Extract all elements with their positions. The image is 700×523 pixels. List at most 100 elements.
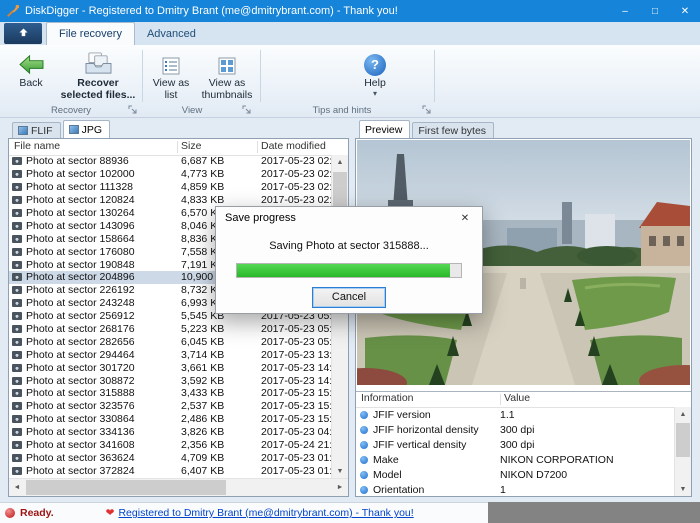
tab-advanced[interactable]: Advanced	[135, 23, 208, 45]
group-label-recovery: Recovery	[8, 105, 134, 116]
recovery-dialog-launcher-icon[interactable]	[128, 105, 138, 115]
file-list-vertical-scrollbar[interactable]: ▲ ▼	[331, 155, 348, 479]
file-name-cell: Photo at sector 130264	[26, 207, 181, 219]
file-row[interactable]: Photo at sector 1208244,833 KB2017-05-23…	[9, 194, 332, 207]
file-size-cell: 3,661 KB	[181, 362, 261, 374]
scroll-right-arrow[interactable]: ►	[332, 479, 348, 496]
info-value-cell: NIKON D7200	[500, 469, 675, 481]
tab-first-few-bytes[interactable]: First few bytes	[412, 122, 494, 138]
scroll-down-arrow[interactable]: ▼	[332, 464, 348, 479]
help-button[interactable]: ? Help ▾	[352, 48, 398, 106]
view-as-list-button[interactable]: View as list	[148, 48, 194, 106]
tab-file-recovery[interactable]: File recovery	[46, 22, 135, 45]
info-row[interactable]: Orientation1	[356, 482, 675, 496]
tab-jpg[interactable]: JPG	[63, 120, 110, 138]
column-separator[interactable]	[500, 394, 501, 405]
file-size-cell: 5,223 KB	[181, 323, 261, 335]
info-row[interactable]: ModelNIKON D7200	[356, 467, 675, 482]
tab-flif[interactable]: FLIF	[12, 122, 61, 138]
scroll-down-arrow[interactable]: ▼	[675, 482, 691, 496]
app-menu-button[interactable]	[4, 23, 42, 44]
maximize-button[interactable]: □	[640, 0, 670, 22]
file-size-cell: 6,045 KB	[181, 336, 261, 348]
view-as-thumbnails-button[interactable]: View as thumbnails	[198, 48, 256, 106]
file-name-cell: Photo at sector 334136	[26, 426, 181, 438]
thumbnails-view-icon	[198, 48, 256, 76]
file-name-cell: Photo at sector 143096	[26, 220, 181, 232]
file-name-cell: Photo at sector 243248	[26, 297, 181, 309]
info-vertical-scrollbar[interactable]: ▲ ▼	[674, 407, 691, 496]
info-row[interactable]: JFIF horizontal density300 dpi	[356, 422, 675, 437]
dialog-close-icon[interactable]: ✕	[448, 207, 482, 230]
file-name-cell: Photo at sector 88936	[26, 155, 181, 167]
photo-file-icon	[12, 286, 22, 294]
column-header-date-modified[interactable]: Date modified	[261, 140, 326, 152]
file-row[interactable]: Photo at sector 2681765,223 KB2017-05-23…	[9, 323, 332, 336]
info-name-cell: JFIF vertical density	[373, 439, 500, 451]
column-separator[interactable]	[257, 141, 258, 153]
file-row[interactable]: Photo at sector 3416082,356 KB2017-05-24…	[9, 439, 332, 452]
file-row[interactable]: Photo at sector 3308642,486 KB2017-05-23…	[9, 413, 332, 426]
file-row[interactable]: Photo at sector 3088723,592 KB2017-05-23…	[9, 374, 332, 387]
file-info-table: Information Value JFIF version1.1JFIF ho…	[356, 391, 691, 496]
flif-file-icon	[18, 126, 28, 135]
file-row[interactable]: Photo at sector 3235762,537 KB2017-05-23…	[9, 400, 332, 413]
file-name-cell: Photo at sector 372824	[26, 465, 181, 477]
info-row[interactable]: MakeNIKON CORPORATION	[356, 452, 675, 467]
view-dialog-launcher-icon[interactable]	[242, 105, 252, 115]
file-size-cell: 6,687 KB	[181, 155, 261, 167]
scroll-left-arrow[interactable]: ◄	[9, 479, 25, 496]
column-header-information[interactable]: Information	[361, 392, 414, 404]
file-row[interactable]: Photo at sector 3728246,407 KB2017-05-23…	[9, 464, 332, 477]
scroll-up-arrow[interactable]: ▲	[332, 155, 348, 170]
file-row[interactable]: Photo at sector 3158883,433 KB2017-05-23…	[9, 387, 332, 400]
file-size-cell: 4,859 KB	[181, 181, 261, 193]
column-header-size[interactable]: Size	[181, 140, 201, 152]
file-list-body: Photo at sector 889366,687 KB 2017-05-23 …	[9, 155, 332, 479]
column-separator[interactable]	[177, 141, 178, 153]
tips-dialog-launcher-icon[interactable]	[422, 105, 432, 115]
progress-bar	[236, 263, 462, 278]
file-list-horizontal-scrollbar[interactable]: ◄ ►	[9, 478, 348, 496]
file-row[interactable]: Photo at sector 3017203,661 KB2017-05-23…	[9, 361, 332, 374]
file-name-cell: Photo at sector 301720	[26, 362, 181, 374]
file-date-cell: 2017-05-23 01:43:40	[261, 452, 332, 464]
column-header-value[interactable]: Value	[504, 392, 530, 404]
scrollbar-thumb[interactable]	[26, 480, 226, 495]
back-button[interactable]: Back	[8, 48, 54, 106]
file-row[interactable]: Photo at sector 1020004,773 KB2017-05-23…	[9, 168, 332, 181]
file-row[interactable]: Photo at sector 3341363,826 KB2017-05-23…	[9, 426, 332, 439]
scroll-up-arrow[interactable]: ▲	[675, 407, 691, 421]
file-date-cell: 2017-05-23 15:40:33	[261, 413, 332, 425]
minimize-button[interactable]: –	[610, 0, 640, 22]
cancel-button[interactable]: Cancel	[312, 287, 386, 308]
file-row[interactable]: Photo at sector 3636244,709 KB2017-05-23…	[9, 451, 332, 464]
file-name-cell: Photo at sector 190848	[26, 259, 181, 271]
preview-tabs: Preview First few bytes	[359, 121, 496, 138]
file-row[interactable]: Photo at sector 1113284,859 KB2017-05-23…	[9, 181, 332, 194]
file-list-header: File name Size Date modified	[9, 139, 332, 156]
file-name-cell: Photo at sector 315888	[26, 387, 181, 399]
info-bullet-icon	[360, 426, 368, 434]
file-row[interactable]: Photo at sector 889366,687 KB2017-05-23 …	[9, 155, 332, 168]
registration-link[interactable]: Registered to Dmitry Brant (me@dmitrybra…	[118, 507, 413, 519]
file-name-cell: Photo at sector 204896	[26, 271, 181, 283]
info-row[interactable]: JFIF version1.1	[356, 407, 675, 422]
scrollbar-thumb[interactable]	[676, 423, 690, 457]
file-row[interactable]: Photo at sector 2944643,714 KB2017-05-23…	[9, 348, 332, 361]
close-button[interactable]: ✕	[670, 0, 700, 22]
photo-file-icon	[12, 248, 22, 256]
photo-file-icon	[12, 389, 22, 397]
column-header-file-name[interactable]: File name	[14, 140, 60, 152]
file-date-cell: 2017-05-23 13:57:31	[261, 349, 332, 361]
file-name-cell: Photo at sector 120824	[26, 194, 181, 206]
recover-selected-files-button[interactable]: Recover selected files...	[58, 48, 138, 106]
tab-preview[interactable]: Preview	[359, 120, 410, 138]
info-bullet-icon	[360, 471, 368, 479]
info-row[interactable]: JFIF vertical density300 dpi	[356, 437, 675, 452]
file-size-cell: 4,833 KB	[181, 194, 261, 206]
photo-file-icon	[12, 183, 22, 191]
file-size-cell: 6,407 KB	[181, 465, 261, 477]
photo-file-icon	[12, 364, 22, 372]
file-row[interactable]: Photo at sector 2826566,045 KB2017-05-23…	[9, 335, 332, 348]
